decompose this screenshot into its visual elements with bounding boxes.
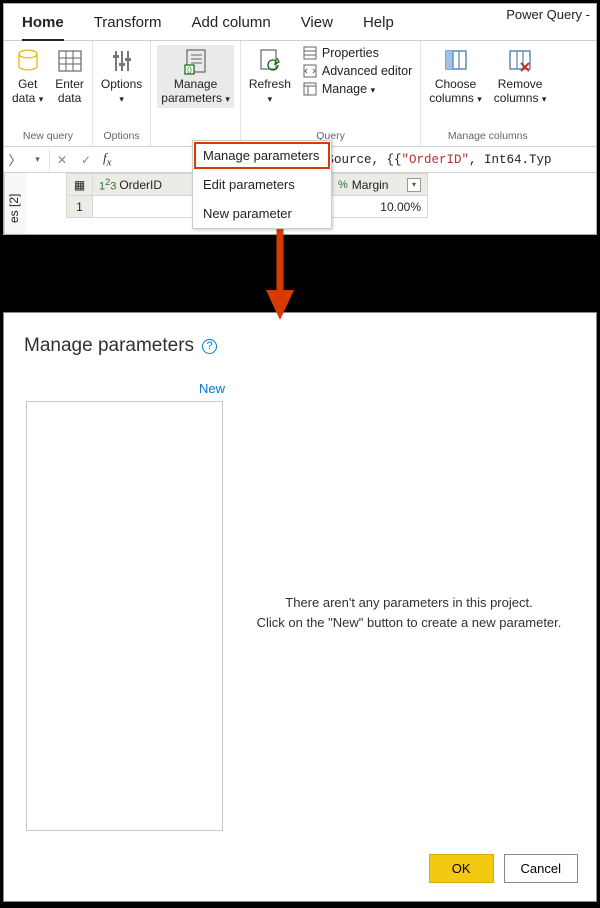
manage-parameters-button[interactable]: () Manage parameters ▾ (157, 45, 234, 108)
column-orderid-label: OrderID (119, 178, 162, 192)
options-icon (109, 47, 135, 75)
manage-query-icon (303, 82, 317, 96)
options-label: Options▾ (101, 78, 142, 106)
group-new-query: Get data ▾ Enter data New query (4, 41, 93, 146)
formula-suffix: , Int64.Typ (469, 153, 552, 167)
manage-parameters-icon: () (182, 47, 210, 75)
get-data-icon (15, 47, 41, 75)
tab-view[interactable]: View (301, 14, 333, 41)
number-type-icon: 123 (99, 177, 116, 193)
menu-new-parameter[interactable]: New parameter (193, 199, 331, 228)
menu-manage-parameters[interactable]: Manage parameters (193, 141, 331, 170)
enter-data-icon (57, 47, 83, 75)
options-button[interactable]: Options▾ (99, 45, 144, 108)
cell-margin-1[interactable]: 10.00% (332, 196, 428, 218)
empty-line2: Click on the "New" button to create a ne… (254, 613, 564, 633)
group-options-caption: Options (104, 127, 140, 146)
formula-cancel[interactable]: ✕ (50, 149, 74, 171)
enter-data-button[interactable]: Enter data (53, 45, 86, 108)
manage-query-label: Manage ▾ (322, 82, 375, 96)
queries-sidebar-collapsed[interactable]: es [2] (4, 173, 26, 235)
column-header-orderid[interactable]: 123OrderID (93, 174, 193, 196)
refresh-button[interactable]: Refresh▾ (247, 45, 293, 108)
group-manage-columns-caption: Manage columns (448, 127, 528, 146)
refresh-label: Refresh▾ (249, 78, 291, 106)
ok-button[interactable]: OK (429, 854, 494, 883)
row-header-corner[interactable]: ▦ (67, 174, 93, 196)
manage-parameters-menu: Manage parameters Edit parameters New pa… (192, 140, 332, 229)
table-icon: ▦ (74, 178, 85, 192)
check-icon: ✓ (81, 153, 91, 167)
help-icon[interactable]: ? (202, 339, 217, 354)
preview-table-right: % Margin ▾ 10.00% (331, 173, 428, 218)
group-new-query-caption: New query (23, 127, 73, 146)
preview-table: ▦ 123OrderID 1 (66, 173, 193, 218)
formula-step-dropdown[interactable]: ▾ (26, 149, 50, 171)
chevron-down-icon: ▾ (35, 154, 40, 165)
formula-string: "OrderID" (401, 153, 469, 167)
manage-parameters-dialog: Manage parameters ? New There aren't any… (3, 312, 597, 902)
parameters-listbox[interactable] (26, 401, 223, 831)
properties-icon (303, 46, 317, 60)
cell-orderid-1[interactable] (93, 196, 193, 218)
dialog-title-row: Manage parameters ? (4, 313, 596, 357)
group-options: Options▾ Options (93, 41, 151, 146)
refresh-icon (257, 47, 283, 75)
dialog-footer: OK Cancel (429, 854, 578, 883)
advanced-editor-button[interactable]: Advanced editor (301, 63, 414, 79)
column-header-margin[interactable]: % Margin ▾ (332, 174, 428, 196)
get-data-label: Get data ▾ (12, 78, 43, 106)
enter-data-label: Enter data (55, 78, 84, 106)
group-manage-columns: Choose columns ▾ Remove columns ▾ Manage… (421, 41, 554, 146)
x-icon: ✕ (57, 153, 67, 167)
choose-columns-label: Choose columns ▾ (429, 78, 482, 106)
get-data-button[interactable]: Get data ▾ (10, 45, 45, 108)
menu-edit-parameters[interactable]: Edit parameters (193, 170, 331, 199)
remove-columns-button[interactable]: Remove columns ▾ (492, 45, 549, 108)
tab-transform[interactable]: Transform (94, 14, 162, 41)
manage-parameters-label: Manage parameters ▾ (161, 78, 230, 106)
group-parameters: () Manage parameters ▾ (151, 41, 241, 146)
column-margin-label: Margin (352, 178, 389, 192)
manage-query-button[interactable]: Manage ▾ (301, 81, 414, 97)
cancel-button[interactable]: Cancel (504, 854, 578, 883)
group-query: Refresh▾ Properties Advanced editor Mana… (241, 41, 421, 146)
properties-button[interactable]: Properties (301, 45, 414, 61)
row-number-1[interactable]: 1 (67, 196, 93, 218)
dialog-title: Manage parameters (24, 335, 194, 357)
remove-columns-label: Remove columns ▾ (494, 78, 547, 106)
window-title: Power Query - (506, 7, 590, 22)
ribbon: Get data ▾ Enter data New query Options (4, 41, 596, 147)
percent-type-icon: % (338, 179, 348, 191)
choose-columns-icon (443, 47, 469, 75)
tab-help[interactable]: Help (363, 14, 394, 41)
column-filter-dropdown[interactable]: ▾ (407, 178, 421, 192)
advanced-editor-label: Advanced editor (322, 64, 412, 78)
choose-columns-button[interactable]: Choose columns ▾ (427, 45, 484, 108)
formula-accept[interactable]: ✓ (74, 149, 98, 171)
tab-add-column[interactable]: Add column (191, 14, 270, 41)
advanced-editor-icon (303, 64, 317, 78)
power-query-editor: Power Query - Home Transform Add column … (3, 3, 597, 235)
annotation-arrow (260, 224, 300, 325)
svg-text:(): () (187, 67, 192, 74)
new-parameter-link[interactable]: New (199, 381, 225, 396)
fx-icon[interactable]: fx (98, 150, 116, 169)
queries-pane-toggle[interactable]: 〉 (4, 150, 26, 169)
tab-home[interactable]: Home (22, 14, 64, 41)
empty-state: There aren't any parameters in this proj… (254, 593, 564, 632)
properties-label: Properties (322, 46, 379, 60)
empty-line1: There aren't any parameters in this proj… (254, 593, 564, 613)
remove-columns-icon (507, 47, 533, 75)
